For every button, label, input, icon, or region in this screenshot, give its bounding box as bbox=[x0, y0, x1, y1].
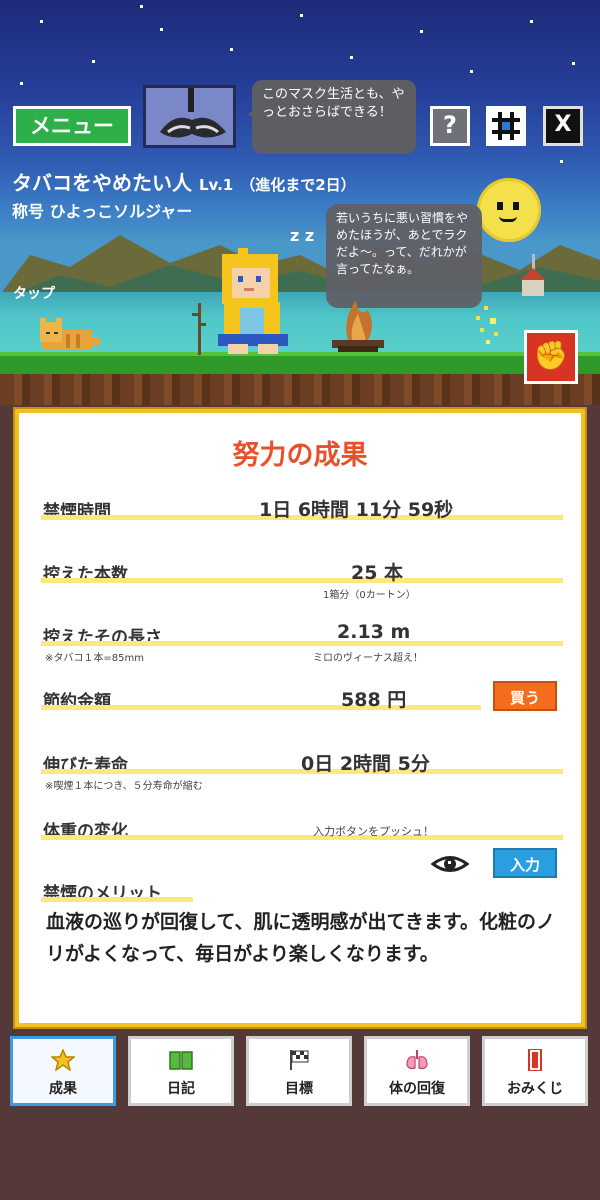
nav-label: 目標 bbox=[285, 1081, 313, 1097]
star bbox=[350, 56, 353, 59]
nav-label: 体の回復 bbox=[389, 1081, 445, 1097]
user-name: タバコをやめたい人 bbox=[12, 171, 192, 195]
results-panel: 努力の成果 禁煙時間 1日 6時間 11分 59秒 控えた本数 25 本 1箱分… bbox=[15, 409, 585, 1027]
lungs-icon bbox=[406, 1050, 428, 1070]
length-value: 2.13 m bbox=[337, 621, 411, 643]
panel-title: 努力の成果 bbox=[232, 440, 368, 471]
row-underline bbox=[41, 705, 481, 710]
mask-icon bbox=[146, 88, 233, 145]
cat-sprite[interactable] bbox=[36, 316, 102, 354]
moon-eye bbox=[513, 202, 519, 210]
moon-eye bbox=[497, 202, 503, 210]
user-title: タバコをやめたい人 Lv.1 （進化まで2日） bbox=[12, 167, 356, 196]
savings-value: 588 円 bbox=[341, 689, 407, 711]
fist-button[interactable]: ✊ bbox=[524, 330, 578, 384]
distant-house bbox=[520, 254, 546, 296]
abstinence-time-value: 1日 6時間 11分 59秒 bbox=[259, 499, 454, 521]
length-note: ミロのヴィーナス超え！ bbox=[313, 653, 423, 664]
row-underline bbox=[41, 578, 563, 583]
fist-icon: ✊ bbox=[533, 339, 569, 372]
help-button[interactable]: ? bbox=[430, 106, 470, 146]
speech-bubble: このマスク生活とも、やっとおさらばできる！ bbox=[248, 80, 416, 154]
user-rank: 称号 ひよっこソルジャー bbox=[12, 202, 193, 221]
eye-icon[interactable] bbox=[431, 853, 469, 875]
star-icon bbox=[51, 1049, 75, 1071]
fortune-icon bbox=[528, 1049, 542, 1071]
merit-text: 血液の巡りが回復して、肌に透明感が出てきます。化粧のノリがよくなって、毎日がより… bbox=[46, 911, 556, 965]
stick-sprite bbox=[192, 303, 206, 355]
star bbox=[160, 28, 163, 31]
campfire-sprite bbox=[332, 300, 384, 352]
user-level: Lv.1 bbox=[198, 176, 234, 194]
nav-body-recovery[interactable]: 体の回復 bbox=[364, 1036, 470, 1106]
player-character[interactable] bbox=[214, 248, 292, 358]
nav-label: 日記 bbox=[167, 1081, 195, 1097]
bottom-nav: 成果 日記 目標 体の回復 おみくじ bbox=[10, 1036, 590, 1106]
star bbox=[20, 82, 23, 85]
hash-grid-icon bbox=[489, 109, 523, 143]
grid-button[interactable] bbox=[486, 106, 526, 146]
lifespan-value: 0日 2時間 5分 bbox=[301, 753, 430, 775]
weight-note: 入力ボタンをプッシュ！ bbox=[313, 825, 434, 838]
menu-button[interactable]: メニュー bbox=[13, 106, 131, 146]
star bbox=[40, 20, 43, 23]
x-share-button[interactable]: X bbox=[543, 106, 583, 146]
star bbox=[92, 60, 95, 63]
star bbox=[572, 62, 575, 65]
sleep-indicator: z z bbox=[290, 226, 315, 245]
star bbox=[530, 20, 533, 23]
cigarettes-note: 1箱分（0カートン） bbox=[323, 590, 416, 601]
nav-diary[interactable]: 日記 bbox=[128, 1036, 234, 1106]
tap-hint: タップ bbox=[13, 286, 55, 302]
star bbox=[230, 48, 233, 51]
buy-button[interactable]: 買う bbox=[493, 681, 557, 711]
sparkle-effect bbox=[476, 306, 498, 344]
nav-omikuji[interactable]: おみくじ bbox=[482, 1036, 588, 1106]
moon-mouth bbox=[499, 216, 517, 222]
star bbox=[420, 30, 423, 33]
nav-goals[interactable]: 目標 bbox=[246, 1036, 352, 1106]
row-underline bbox=[41, 897, 193, 902]
star bbox=[300, 14, 303, 17]
nav-label: おみくじ bbox=[507, 1081, 563, 1097]
cigarettes-value: 25 本 bbox=[351, 562, 404, 584]
moon-character bbox=[477, 178, 541, 242]
nav-results[interactable]: 成果 bbox=[10, 1036, 116, 1106]
game-scene: メニュー このマスク生活とも、やっとおさらばできる！ ? X タバコをやめたい人… bbox=[0, 0, 600, 405]
length-subnote: ※タバコ１本=85mm bbox=[45, 653, 144, 664]
nav-label: 成果 bbox=[49, 1081, 77, 1097]
mask-avatar[interactable] bbox=[143, 85, 236, 148]
evolution-countdown: （進化まで2日） bbox=[240, 176, 356, 194]
star bbox=[560, 160, 563, 163]
dirt-strip bbox=[0, 374, 600, 405]
grass-strip bbox=[0, 352, 600, 374]
star bbox=[140, 5, 143, 8]
star bbox=[470, 70, 473, 73]
row-underline bbox=[41, 835, 563, 840]
lifespan-subnote: ※喫煙１本につき、５分寿命が縮む bbox=[45, 781, 203, 792]
flag-icon bbox=[290, 1050, 309, 1070]
row-underline bbox=[41, 641, 563, 646]
weight-input-button[interactable]: 入力 bbox=[493, 848, 557, 878]
book-icon bbox=[169, 1051, 193, 1070]
